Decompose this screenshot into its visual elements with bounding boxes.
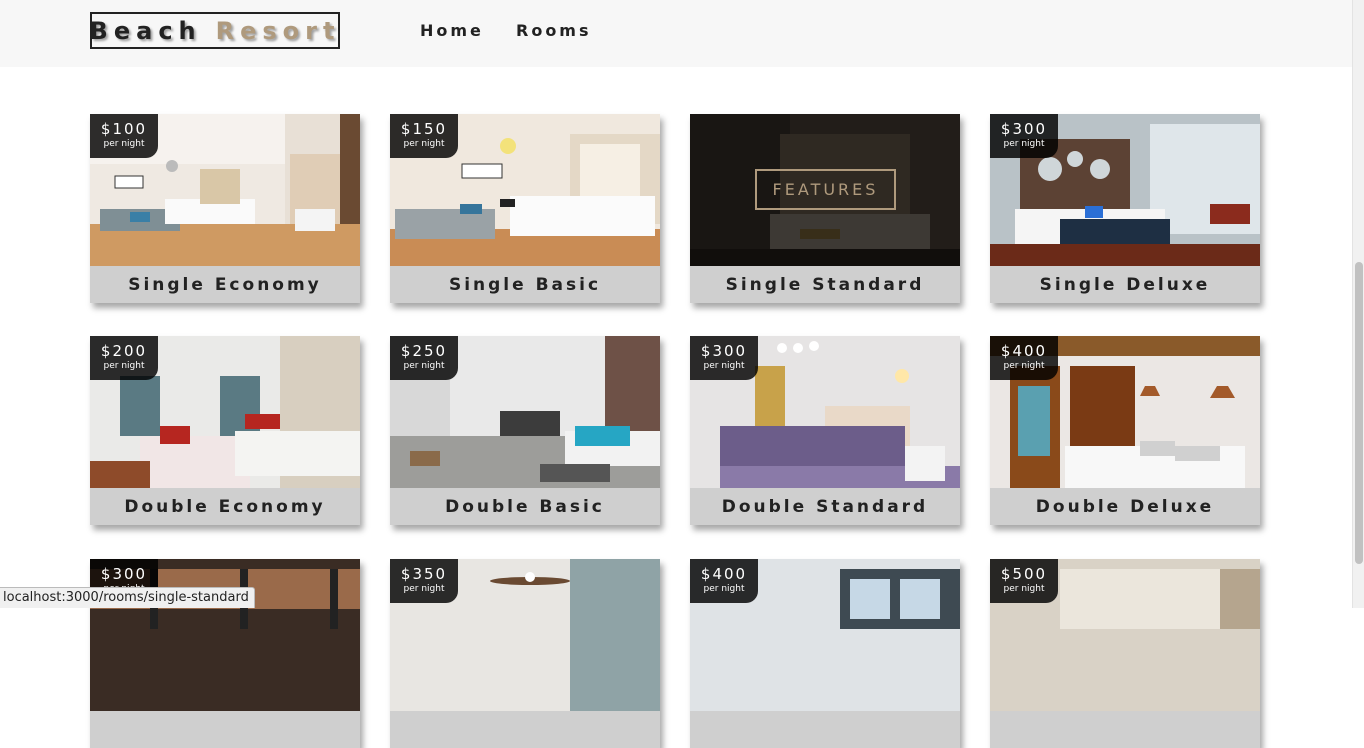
- price-per-night: per night: [103, 361, 145, 371]
- price-badge: $100 per night: [90, 114, 158, 158]
- price-badge: $400 per night: [990, 336, 1058, 380]
- brand-word-resort: Resort: [215, 16, 341, 45]
- room-name: Single Deluxe: [990, 266, 1260, 303]
- room-card[interactable]: $350 per night: [390, 559, 660, 748]
- price-amount: $150: [400, 120, 448, 138]
- room-name: Double Economy: [90, 488, 360, 525]
- room-card[interactable]: $400 per night: [690, 559, 960, 748]
- price-badge: $300 per night: [690, 336, 758, 380]
- price-amount: $300: [700, 342, 748, 360]
- brand-logo[interactable]: Beach Resort: [90, 12, 340, 49]
- price-badge: $350 per night: [390, 559, 458, 603]
- price-badge: $150 per night: [390, 114, 458, 158]
- room-card[interactable]: $500 per night: [990, 559, 1260, 748]
- price-amount: $400: [700, 565, 748, 583]
- room-name: Double Standard: [690, 488, 960, 525]
- brand-word-beach: Beach: [89, 16, 202, 45]
- price-per-night: per night: [1003, 361, 1045, 371]
- price-per-night: per night: [103, 139, 145, 149]
- price-badge: $400 per night: [690, 559, 758, 603]
- price-per-night: per night: [703, 584, 745, 594]
- nav-home-link[interactable]: Home: [420, 21, 484, 40]
- price-badge: $500 per night: [990, 559, 1058, 603]
- room-card-single-standard[interactable]: FEATURES Single Standard: [690, 114, 960, 303]
- room-card-single-basic[interactable]: $150 per night Single Basic: [390, 114, 660, 303]
- price-badge: $250 per night: [390, 336, 458, 380]
- price-per-night: per night: [403, 139, 445, 149]
- room-name: Double Basic: [390, 488, 660, 525]
- scrollbar-thumb[interactable]: [1355, 262, 1363, 564]
- navbar: Beach Resort Home Rooms: [0, 0, 1352, 67]
- room-name: Double Deluxe: [990, 488, 1260, 525]
- price-amount: $250: [400, 342, 448, 360]
- price-amount: $400: [1000, 342, 1048, 360]
- price-amount: $500: [1000, 565, 1048, 583]
- room-card-double-deluxe[interactable]: $400 per night Double Deluxe: [990, 336, 1260, 525]
- features-button[interactable]: FEATURES: [755, 169, 896, 210]
- room-card-double-basic[interactable]: $250 per night Double Basic: [390, 336, 660, 525]
- price-amount: $200: [100, 342, 148, 360]
- vertical-scrollbar[interactable]: [1352, 0, 1364, 608]
- price-badge: $200 per night: [90, 336, 158, 380]
- price-per-night: per night: [703, 361, 745, 371]
- price-per-night: per night: [1003, 584, 1045, 594]
- room-card-double-standard[interactable]: $300 per night Double Standard: [690, 336, 960, 525]
- price-per-night: per night: [403, 584, 445, 594]
- price-badge: $300 per night: [990, 114, 1058, 158]
- room-name: Single Economy: [90, 266, 360, 303]
- price-amount: $350: [400, 565, 448, 583]
- price-per-night: per night: [403, 361, 445, 371]
- price-amount: $300: [100, 565, 148, 583]
- room-card-single-deluxe[interactable]: $300 per night Single Deluxe: [990, 114, 1260, 303]
- price-per-night: per night: [1003, 139, 1045, 149]
- room-card-single-economy[interactable]: $100 per night Single Economy: [90, 114, 360, 303]
- link-preview-status: localhost:3000/rooms/single-standard: [0, 587, 255, 608]
- room-name: Single Standard: [690, 266, 960, 303]
- price-amount: $100: [100, 120, 148, 138]
- room-name: Single Basic: [390, 266, 660, 303]
- room-card-double-economy[interactable]: $200 per night Double Economy: [90, 336, 360, 525]
- nav-rooms-link[interactable]: Rooms: [516, 21, 592, 40]
- price-amount: $300: [1000, 120, 1048, 138]
